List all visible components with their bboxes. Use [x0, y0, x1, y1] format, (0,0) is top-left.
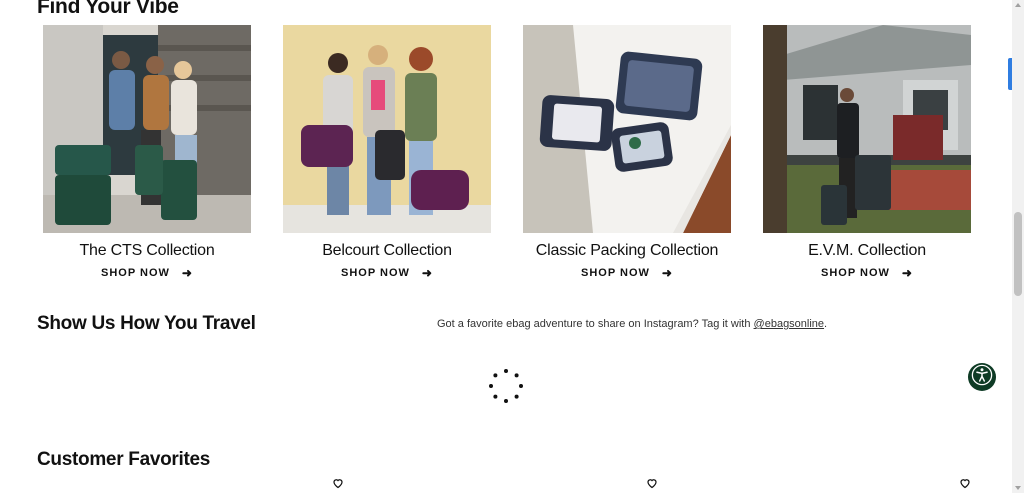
- shop-now-label[interactable]: SHOP NOW: [101, 267, 170, 279]
- heart-icon[interactable]: [646, 476, 658, 489]
- shop-now-link[interactable]: SHOP NOW ➜: [43, 266, 251, 280]
- collection-card-evm[interactable]: E.V.M. Collection SHOP NOW ➜: [763, 25, 971, 280]
- shop-now-link[interactable]: SHOP NOW ➜: [283, 266, 491, 280]
- loading-spinner-icon: [488, 368, 524, 404]
- belcourt-collection-image[interactable]: [283, 25, 491, 233]
- scrollbar-thumb[interactable]: [1014, 212, 1022, 296]
- collection-name[interactable]: Belcourt Collection: [283, 242, 491, 260]
- collection-name[interactable]: E.V.M. Collection: [763, 242, 971, 260]
- shop-now-link[interactable]: SHOP NOW ➜: [763, 266, 971, 280]
- classic-packing-collection-image[interactable]: [523, 25, 731, 233]
- instagram-share-period: .: [824, 318, 828, 330]
- arrow-right-icon[interactable]: ➜: [662, 266, 673, 280]
- evm-collection-image[interactable]: [763, 25, 971, 233]
- instagram-share-prompt: Got a favorite ebag adventure to share o…: [437, 318, 754, 330]
- cts-collection-image[interactable]: [43, 25, 251, 233]
- arrow-right-icon[interactable]: ➜: [182, 266, 193, 280]
- collection-card-belcourt[interactable]: Belcourt Collection SHOP NOW ➜: [283, 25, 491, 280]
- collection-card-cts[interactable]: The CTS Collection SHOP NOW ➜: [43, 25, 251, 280]
- collection-name[interactable]: Classic Packing Collection: [523, 242, 731, 260]
- instagram-share-text: Got a favorite ebag adventure to share o…: [437, 318, 827, 330]
- shop-now-label[interactable]: SHOP NOW: [341, 267, 410, 279]
- find-your-vibe-heading: Find Your Vibe: [37, 0, 179, 18]
- arrow-right-icon[interactable]: ➜: [422, 266, 433, 280]
- scroll-down-icon[interactable]: [1015, 486, 1021, 490]
- customer-favorites-heading: Customer Favorites: [37, 449, 211, 470]
- accessibility-button[interactable]: [968, 363, 996, 391]
- shop-now-link[interactable]: SHOP NOW ➜: [523, 266, 731, 280]
- shop-now-label[interactable]: SHOP NOW: [581, 267, 650, 279]
- arrow-right-icon[interactable]: ➜: [902, 266, 913, 280]
- accessibility-icon[interactable]: [971, 364, 993, 391]
- page-content: Find Your Vibe The CTS Collection SHOP N…: [0, 0, 1012, 493]
- show-us-how-you-travel-heading: Show Us How You Travel: [37, 313, 256, 334]
- collection-card-classic-packing[interactable]: Classic Packing Collection SHOP NOW ➜: [523, 25, 731, 280]
- vertical-scrollbar[interactable]: [1012, 0, 1024, 493]
- shop-now-label[interactable]: SHOP NOW: [821, 267, 890, 279]
- heart-icon[interactable]: [332, 476, 344, 489]
- collection-name[interactable]: The CTS Collection: [43, 242, 251, 260]
- heart-icon[interactable]: [959, 476, 971, 489]
- instagram-handle-link[interactable]: @ebagsonline: [754, 318, 825, 330]
- scroll-up-icon[interactable]: [1015, 3, 1021, 7]
